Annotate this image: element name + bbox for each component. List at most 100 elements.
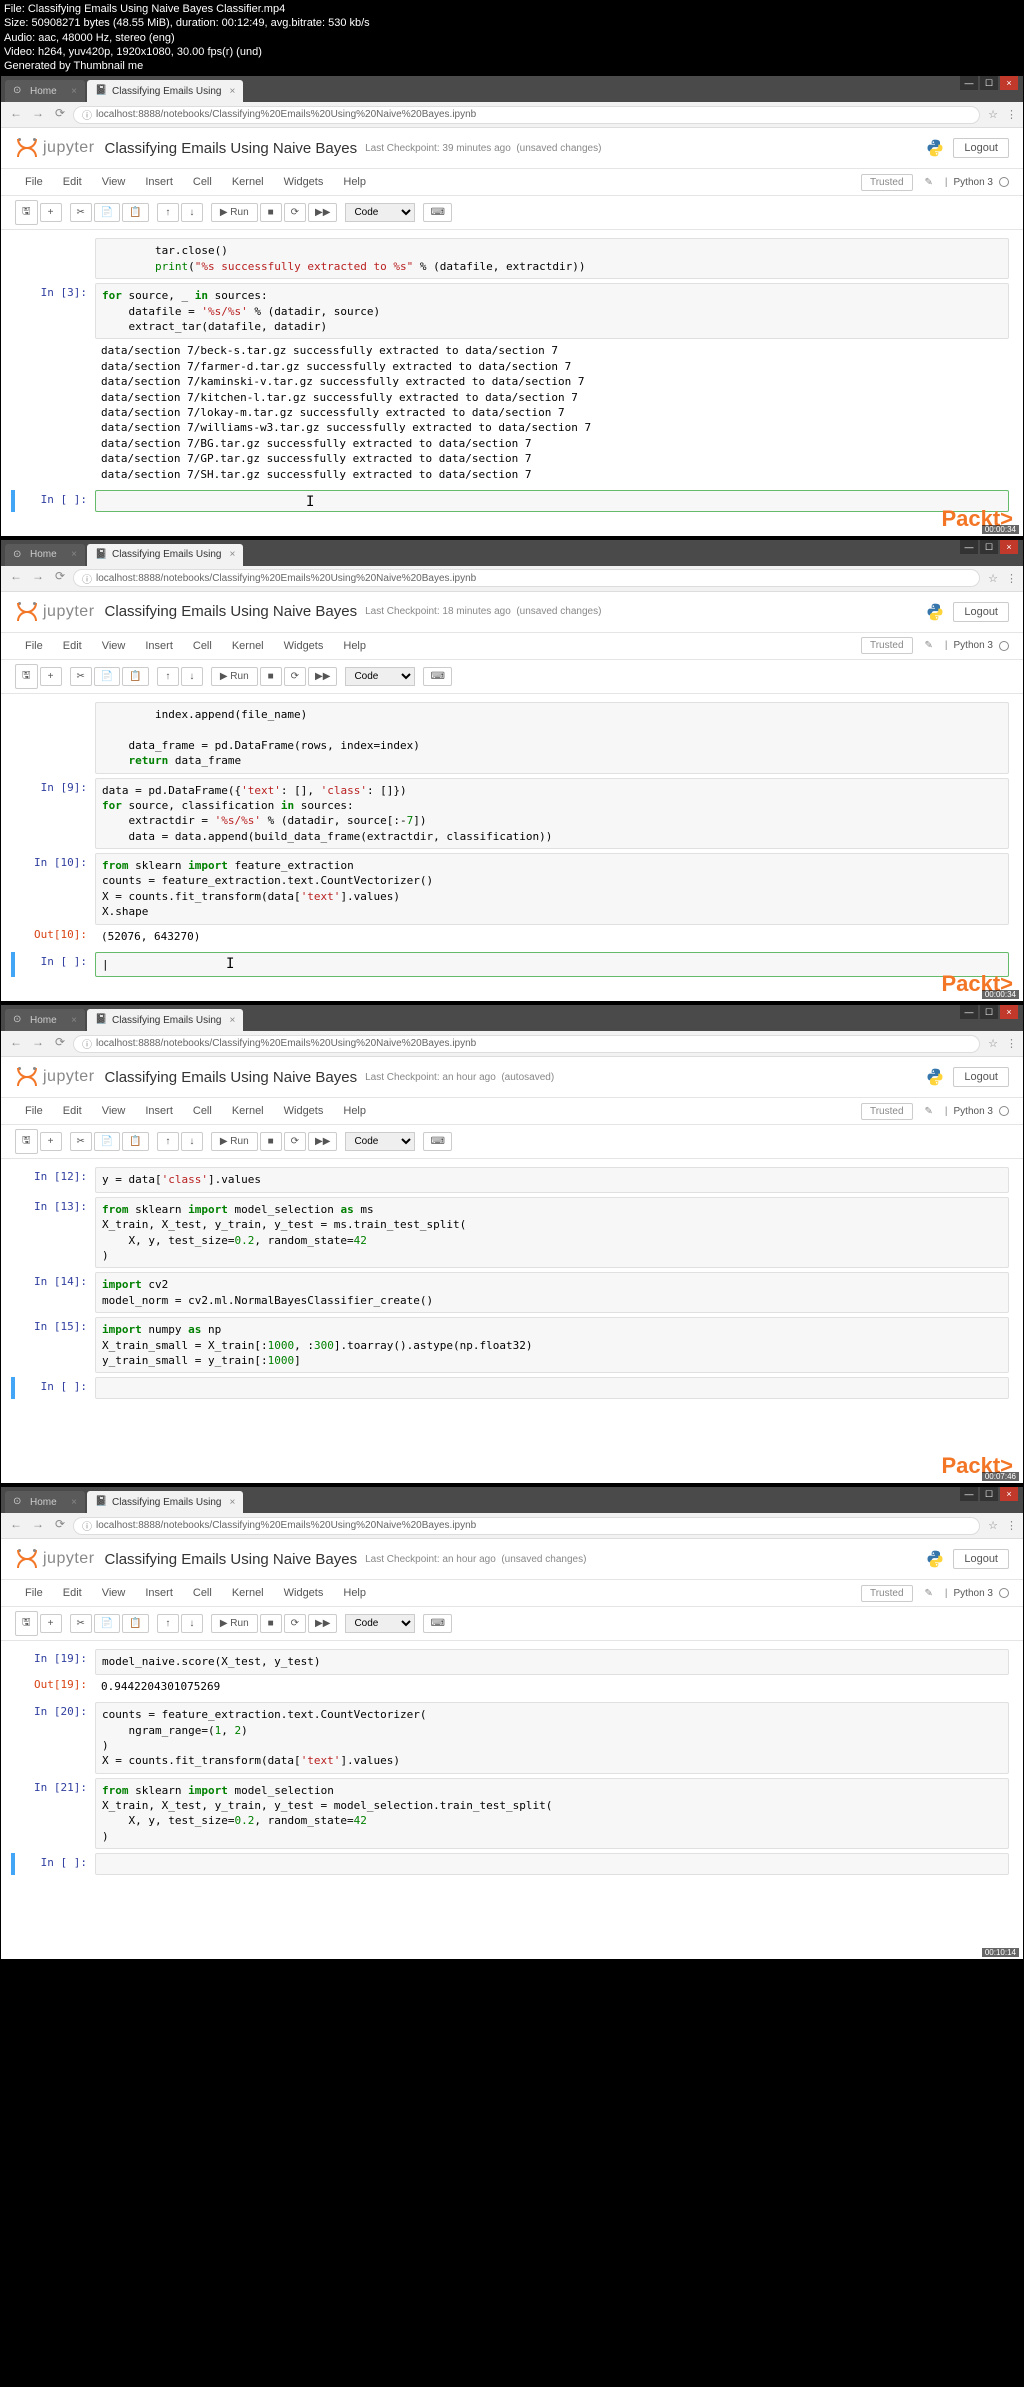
menu-kernel[interactable]: Kernel bbox=[222, 637, 274, 655]
menu-edit[interactable]: Edit bbox=[53, 1584, 92, 1602]
minimize-button[interactable]: — bbox=[960, 76, 978, 90]
menu-icon[interactable]: ⋮ bbox=[1006, 1037, 1017, 1050]
notebook-title[interactable]: Classifying Emails Using Naive Bayes bbox=[105, 603, 358, 620]
code-cell[interactable]: tar.close() print("%s successfully extra… bbox=[95, 238, 1009, 279]
tab-home[interactable]: ⊙Home× bbox=[5, 80, 85, 102]
menu-file[interactable]: File bbox=[15, 1584, 53, 1602]
tab-notebook[interactable]: 📓Classifying Emails Using× bbox=[87, 544, 243, 566]
forward-button[interactable]: → bbox=[29, 569, 47, 587]
menu-view[interactable]: View bbox=[92, 1584, 136, 1602]
code-cell[interactable]: from sklearn import model_selection X_tr… bbox=[95, 1778, 1009, 1850]
trusted-badge[interactable]: Trusted bbox=[861, 174, 913, 191]
star-icon[interactable]: ☆ bbox=[988, 572, 998, 585]
code-cell[interactable]: import numpy as np X_train_small = X_tra… bbox=[95, 1317, 1009, 1373]
minimize-button[interactable]: — bbox=[960, 1005, 978, 1019]
close-button[interactable]: × bbox=[1000, 540, 1018, 554]
trusted-badge[interactable]: Trusted bbox=[861, 1103, 913, 1120]
code-cell[interactable]: from sklearn import model_selection as m… bbox=[95, 1197, 1009, 1269]
copy-button[interactable]: 📄 bbox=[94, 667, 120, 686]
logout-button[interactable]: Logout bbox=[953, 602, 1009, 622]
menu-widgets[interactable]: Widgets bbox=[274, 173, 334, 191]
url-input[interactable]: ⓘlocalhost:8888/notebooks/Classifying%20… bbox=[73, 569, 980, 587]
menu-edit[interactable]: Edit bbox=[53, 1102, 92, 1120]
move-down-button[interactable]: ↓ bbox=[181, 203, 203, 222]
restart-button[interactable]: ⟳ bbox=[284, 1132, 306, 1151]
copy-button[interactable]: 📄 bbox=[94, 1614, 120, 1633]
cut-button[interactable]: ✂ bbox=[70, 203, 92, 222]
code-cell[interactable] bbox=[95, 1377, 1009, 1399]
menu-cell[interactable]: Cell bbox=[183, 173, 222, 191]
jupyter-logo[interactable]: jupyter bbox=[15, 1065, 95, 1089]
menu-help[interactable]: Help bbox=[333, 1584, 376, 1602]
code-cell[interactable]: import cv2 model_norm = cv2.ml.NormalBay… bbox=[95, 1272, 1009, 1313]
cut-button[interactable]: ✂ bbox=[70, 667, 92, 686]
menu-view[interactable]: View bbox=[92, 173, 136, 191]
menu-file[interactable]: File bbox=[15, 1102, 53, 1120]
move-down-button[interactable]: ↓ bbox=[181, 667, 203, 686]
close-button[interactable]: × bbox=[1000, 1005, 1018, 1019]
notebook-title[interactable]: Classifying Emails Using Naive Bayes bbox=[105, 140, 358, 157]
stop-button[interactable]: ■ bbox=[260, 203, 282, 222]
code-cell[interactable]: from sklearn import feature_extraction c… bbox=[95, 853, 1009, 925]
move-up-button[interactable]: ↑ bbox=[157, 667, 179, 686]
jupyter-logo[interactable]: jupyter bbox=[15, 136, 95, 160]
save-button[interactable]: 🖫 bbox=[15, 1611, 38, 1636]
cut-button[interactable]: ✂ bbox=[70, 1132, 92, 1151]
pencil-icon[interactable]: ✎ bbox=[919, 177, 939, 188]
maximize-button[interactable]: ☐ bbox=[980, 1487, 998, 1501]
menu-widgets[interactable]: Widgets bbox=[274, 1102, 334, 1120]
jupyter-logo[interactable]: jupyter bbox=[15, 600, 95, 624]
add-cell-button[interactable]: + bbox=[40, 1614, 62, 1633]
cell-type-select[interactable]: Code bbox=[345, 1614, 415, 1633]
restart-button[interactable]: ⟳ bbox=[284, 203, 306, 222]
command-palette-button[interactable]: ⌨ bbox=[423, 1614, 451, 1633]
menu-file[interactable]: File bbox=[15, 173, 53, 191]
close-button[interactable]: × bbox=[1000, 76, 1018, 90]
menu-kernel[interactable]: Kernel bbox=[222, 1102, 274, 1120]
move-down-button[interactable]: ↓ bbox=[181, 1132, 203, 1151]
menu-widgets[interactable]: Widgets bbox=[274, 1584, 334, 1602]
pencil-icon[interactable]: ✎ bbox=[919, 1588, 939, 1599]
restart-run-button[interactable]: ▶▶ bbox=[308, 1614, 337, 1633]
add-cell-button[interactable]: + bbox=[40, 203, 62, 222]
code-cell[interactable]: index.append(file_name) data_frame = pd.… bbox=[95, 702, 1009, 774]
tab-home[interactable]: ⊙Home× bbox=[5, 1491, 85, 1513]
command-palette-button[interactable]: ⌨ bbox=[423, 667, 451, 686]
code-cell[interactable]: |I bbox=[95, 952, 1009, 977]
restart-button[interactable]: ⟳ bbox=[284, 1614, 306, 1633]
menu-help[interactable]: Help bbox=[333, 637, 376, 655]
menu-cell[interactable]: Cell bbox=[183, 637, 222, 655]
close-button[interactable]: × bbox=[1000, 1487, 1018, 1501]
code-cell[interactable]: data = pd.DataFrame({'text': [], 'class'… bbox=[95, 778, 1009, 850]
paste-button[interactable]: 📋 bbox=[122, 1614, 148, 1633]
tab-notebook[interactable]: 📓Classifying Emails Using× bbox=[87, 1491, 243, 1513]
jupyter-logo[interactable]: jupyter bbox=[15, 1547, 95, 1571]
back-button[interactable]: ← bbox=[7, 106, 25, 124]
add-cell-button[interactable]: + bbox=[40, 667, 62, 686]
move-up-button[interactable]: ↑ bbox=[157, 203, 179, 222]
back-button[interactable]: ← bbox=[7, 1517, 25, 1535]
forward-button[interactable]: → bbox=[29, 106, 47, 124]
pencil-icon[interactable]: ✎ bbox=[919, 1106, 939, 1117]
back-button[interactable]: ← bbox=[7, 569, 25, 587]
reload-button[interactable]: ⟳ bbox=[51, 106, 69, 124]
save-button[interactable]: 🖫 bbox=[15, 1129, 38, 1154]
maximize-button[interactable]: ☐ bbox=[980, 76, 998, 90]
minimize-button[interactable]: — bbox=[960, 1487, 978, 1501]
run-button[interactable]: ▶ Run bbox=[211, 1614, 258, 1633]
add-cell-button[interactable]: + bbox=[40, 1132, 62, 1151]
url-input[interactable]: ⓘlocalhost:8888/notebooks/Classifying%20… bbox=[73, 106, 980, 124]
forward-button[interactable]: → bbox=[29, 1517, 47, 1535]
stop-button[interactable]: ■ bbox=[260, 1614, 282, 1633]
menu-kernel[interactable]: Kernel bbox=[222, 173, 274, 191]
star-icon[interactable]: ☆ bbox=[988, 108, 998, 121]
save-button[interactable]: 🖫 bbox=[15, 200, 38, 225]
menu-help[interactable]: Help bbox=[333, 173, 376, 191]
tab-notebook[interactable]: 📓Classifying Emails Using× bbox=[87, 1009, 243, 1031]
cell-type-select[interactable]: Code bbox=[345, 667, 415, 686]
trusted-badge[interactable]: Trusted bbox=[861, 637, 913, 654]
menu-cell[interactable]: Cell bbox=[183, 1102, 222, 1120]
run-button[interactable]: ▶ Run bbox=[211, 203, 258, 222]
cell-type-select[interactable]: Code bbox=[345, 1132, 415, 1151]
code-cell[interactable]: y = data['class'].values bbox=[95, 1167, 1009, 1192]
